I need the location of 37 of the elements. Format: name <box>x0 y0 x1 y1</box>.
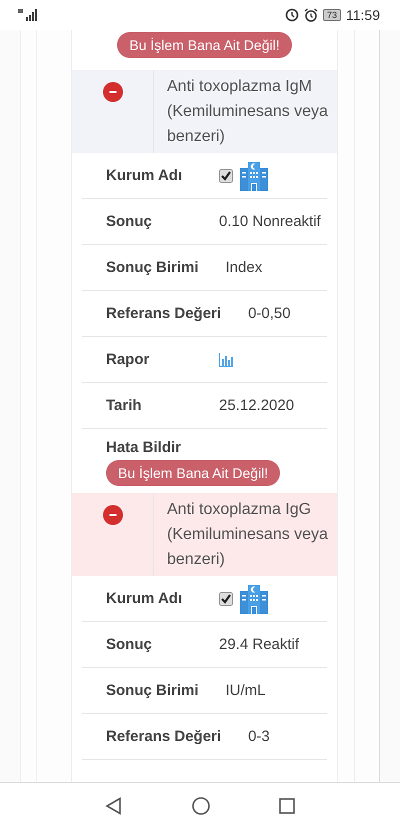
field-value: Index <box>226 259 262 276</box>
back-icon[interactable] <box>104 797 123 815</box>
field-label: Kurum Adı <box>106 590 184 607</box>
not-mine-button[interactable]: Bu İşlem Bana Ait Değil! <box>106 460 280 486</box>
field-label: Hata Bildir <box>106 439 182 456</box>
recents-icon[interactable] <box>279 798 296 814</box>
field-value: 0-3 <box>248 728 270 745</box>
not-mine-button[interactable]: Bu İşlem Bana Ait Değil! <box>117 32 292 58</box>
collapse-icon[interactable] <box>102 505 122 525</box>
checkbox[interactable] <box>219 168 233 182</box>
field-value: 25.12.2020 <box>219 397 294 414</box>
field-label: Sonuç <box>106 636 153 653</box>
data-saver-icon <box>284 8 299 22</box>
clock: 11:59 <box>346 7 380 23</box>
field-value: 0.10 Nonreaktif <box>219 213 321 230</box>
checkbox[interactable] <box>219 592 233 606</box>
field-value: 29.4 Reaktif <box>219 636 300 653</box>
field-label: Tarih <box>106 397 143 414</box>
field-label: Referans Değeri <box>106 305 222 322</box>
signal-icon <box>18 9 38 21</box>
collapse-icon[interactable] <box>102 82 122 102</box>
field-value: 0-0,50 <box>248 305 291 322</box>
bar-chart-icon[interactable] <box>219 352 233 366</box>
field-label: Referans Değeri <box>106 728 222 745</box>
test-name: Anti toxoplazma IgM (Kemiluminesans veya benzeri) <box>166 77 329 147</box>
field-label: Sonuç Birimi <box>106 259 199 276</box>
building-icon <box>239 584 269 614</box>
field-label: Kurum Adı <box>106 167 184 184</box>
home-icon[interactable] <box>192 797 210 815</box>
field-label: Rapor <box>106 351 150 368</box>
building-icon <box>239 160 269 190</box>
field-label: Sonuç <box>106 213 153 230</box>
alarm-icon <box>304 8 318 22</box>
battery-level: 73 <box>322 9 341 21</box>
field-label: Sonuç Birimi <box>106 682 199 699</box>
field-value: IU/mL <box>226 682 266 699</box>
test-name: Anti toxoplazma IgG (Kemiluminesans veya benzeri) <box>166 500 329 570</box>
